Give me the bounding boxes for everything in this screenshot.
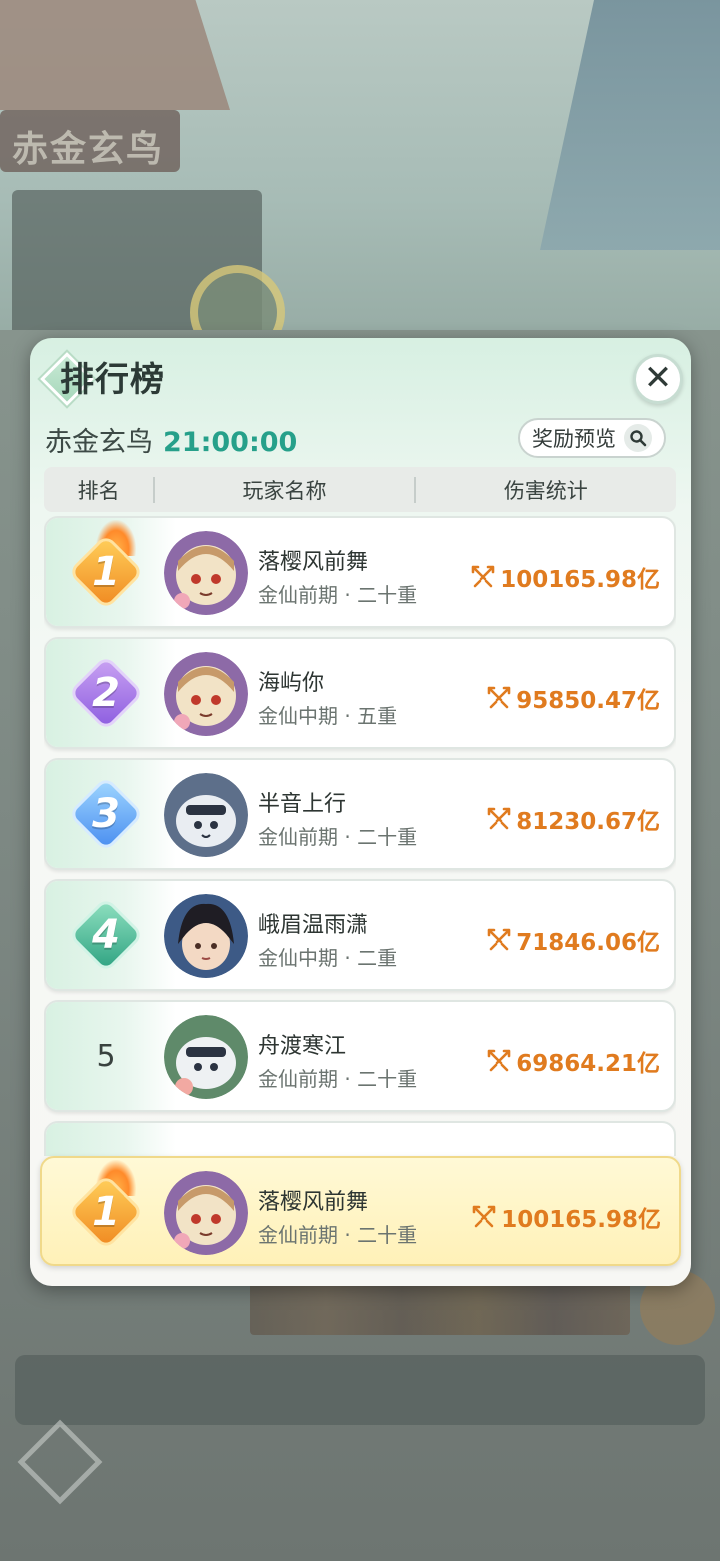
skill-bar: [250, 1280, 630, 1335]
rank-number: 3: [92, 791, 120, 837]
rank-number: 2: [92, 670, 120, 716]
damage-stat: 100165.98亿: [470, 560, 660, 594]
ranking-row[interactable]: [44, 1121, 676, 1156]
search-icon: [624, 424, 652, 452]
rank-number: 1: [92, 1189, 120, 1235]
rank-medal-gold: 1: [72, 1160, 140, 1246]
rank-number: 4: [92, 912, 120, 958]
ranking-row[interactable]: 2 海屿你 金仙中期 · 五重 95850.47亿: [44, 637, 676, 749]
table-header: 排名 玩家名称 伤害统计: [44, 467, 676, 512]
avatar[interactable]: [164, 1015, 248, 1099]
avatar[interactable]: [164, 894, 248, 978]
header-rank: 排名: [77, 478, 120, 503]
player-name: 舟渡寒江: [258, 1034, 347, 1059]
roof: [0, 0, 230, 110]
ranking-list[interactable]: 1 落樱风前舞 金仙前期 · 二十重 100165.98亿 2 海屿你 金仙中期…: [44, 516, 676, 1156]
leaderboard-modal: 排行榜 ✕ 赤金玄鸟 21:00:00 奖励预览 排名 玩家名称 伤害统计 1: [30, 338, 691, 1286]
damage-stat: 95850.47亿: [486, 681, 660, 715]
rank-medal-purple: 2: [72, 659, 140, 727]
rank-medal-blue: 3: [72, 780, 140, 848]
player-level: 金仙前期 · 二十重: [258, 825, 418, 849]
damage-value: 69864.21亿: [516, 1051, 660, 1077]
rank-medal-gold: 1: [72, 520, 140, 606]
player-name: 落樱风前舞: [258, 550, 369, 575]
ranking-row[interactable]: 4 峨眉温雨潇 金仙中期 · 二重 71846.06亿: [44, 879, 676, 991]
ranking-row[interactable]: 1 落樱风前舞 金仙前期 · 二十重 100165.98亿: [44, 516, 676, 628]
player-level: 金仙前期 · 二十重: [258, 583, 418, 607]
close-icon: ✕: [643, 358, 673, 398]
damage-value: 81230.67亿: [516, 809, 660, 835]
player-level: 金仙中期 · 五重: [258, 704, 398, 728]
close-button[interactable]: ✕: [633, 354, 683, 404]
swords-icon: [471, 565, 495, 588]
swords-icon: [487, 928, 511, 951]
swords-icon: [472, 1205, 496, 1228]
header-player: 玩家名称: [242, 478, 327, 503]
event-name: 赤金玄鸟: [45, 427, 153, 458]
swords-icon: [487, 1049, 511, 1072]
player-level: 金仙前期 · 二十重: [258, 1067, 418, 1091]
rank-number: 5: [96, 1038, 116, 1074]
avatar[interactable]: [164, 531, 248, 615]
damage-stat: 69864.21亿: [486, 1044, 660, 1078]
ranking-row[interactable]: 5 舟渡寒江 金仙前期 · 二十重 69864.21亿: [44, 1000, 676, 1112]
damage-stat: 100165.98亿: [471, 1200, 661, 1234]
event-info: 赤金玄鸟 21:00:00: [45, 420, 297, 459]
rank-medal-green: 4: [72, 901, 140, 969]
boss-plaque-text: 赤金玄鸟: [12, 129, 165, 170]
damage-stat: 81230.67亿: [486, 802, 660, 836]
modal-title: 排行榜: [60, 360, 165, 400]
avatar[interactable]: [164, 652, 248, 736]
player-name: 半音上行: [258, 792, 347, 817]
bottom-hud: [15, 1355, 705, 1425]
damage-value: 71846.06亿: [516, 930, 660, 956]
row-tint: [46, 1123, 176, 1156]
boss-plaque: 赤金玄鸟: [0, 110, 180, 172]
player-level: 金仙前期 · 二十重: [258, 1223, 418, 1247]
rank-number-plain: 5: [76, 1026, 136, 1086]
reward-preview-label: 奖励预览: [532, 427, 616, 451]
damage-stat: 71846.06亿: [486, 923, 660, 957]
player-level: 金仙中期 · 二重: [258, 946, 398, 970]
swords-icon: [487, 686, 511, 709]
reward-preview-button[interactable]: 奖励预览: [518, 418, 666, 458]
my-rank-row[interactable]: 1 落樱风前舞 金仙前期 · 二十重 100165.98亿: [40, 1156, 681, 1266]
player-name: 落樱风前舞: [258, 1190, 369, 1215]
player-name: 海屿你: [258, 671, 325, 696]
damage-value: 100165.98亿: [501, 1207, 661, 1233]
avatar[interactable]: [164, 1171, 248, 1255]
damage-value: 100165.98亿: [500, 567, 660, 593]
player-name: 峨眉温雨潇: [258, 913, 369, 938]
damage-value: 95850.47亿: [516, 688, 660, 714]
header-damage: 伤害统计: [503, 478, 588, 503]
rank-number: 1: [92, 549, 120, 595]
swords-icon: [487, 807, 511, 830]
event-time: 21:00:00: [163, 427, 298, 458]
ranking-row[interactable]: 3 半音上行 金仙前期 · 二十重 81230.67亿: [44, 758, 676, 870]
avatar[interactable]: [164, 773, 248, 857]
